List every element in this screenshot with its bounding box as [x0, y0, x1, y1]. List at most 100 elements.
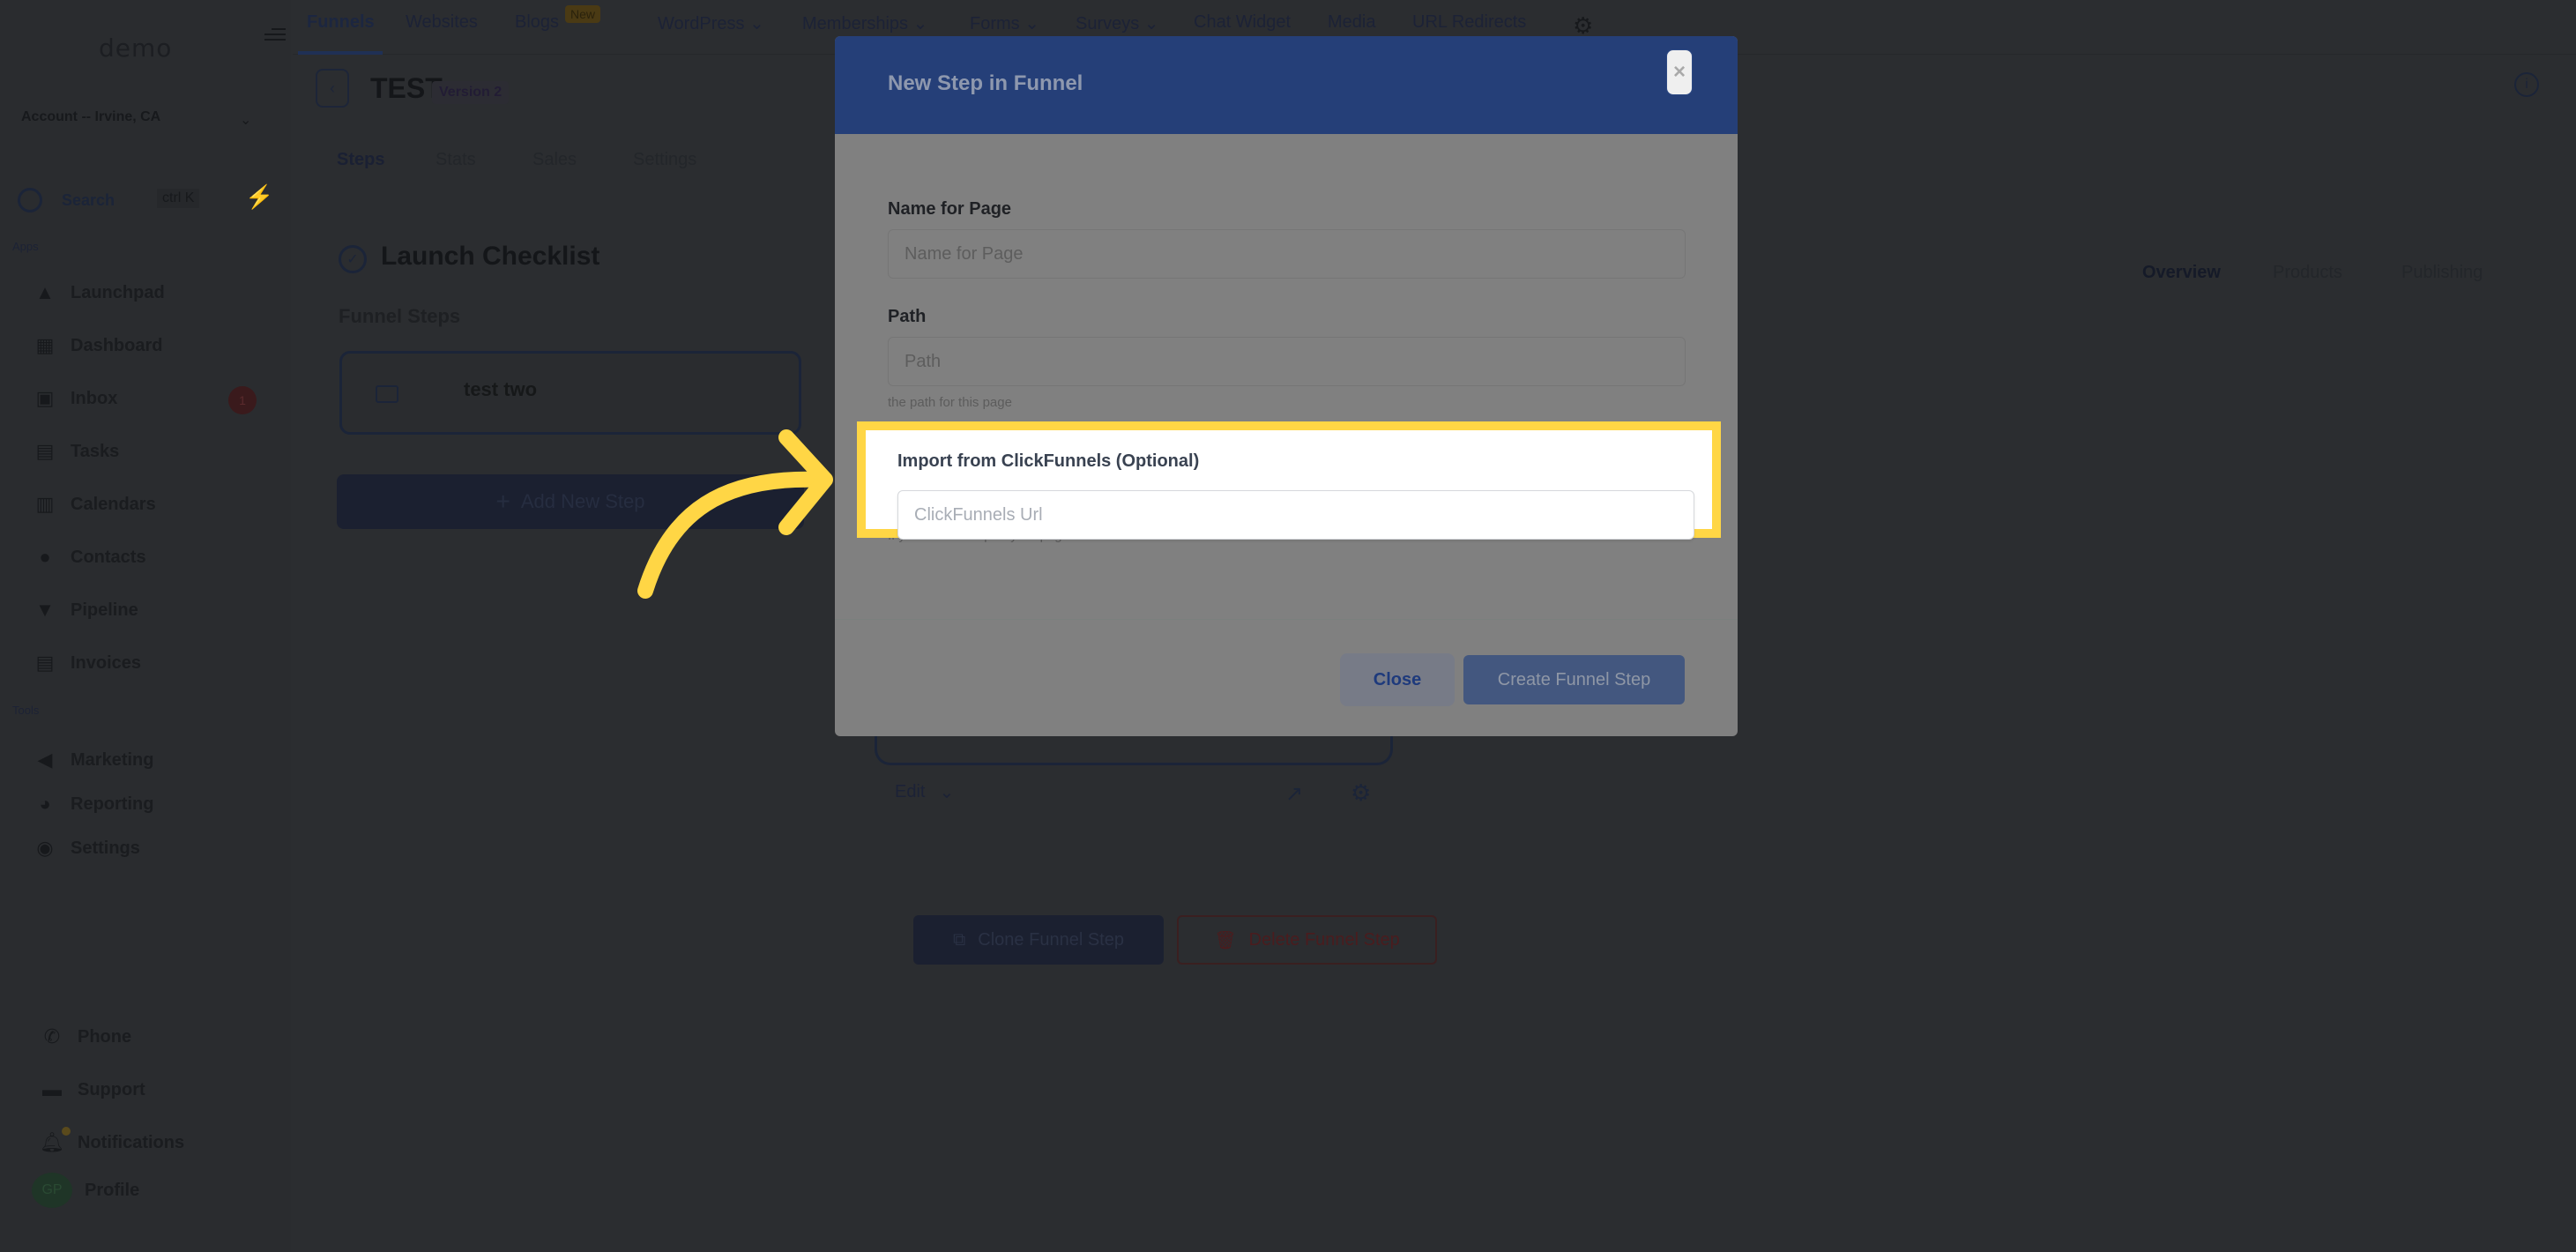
sidebar-item-reporting[interactable]: ◕ Reporting — [32, 790, 153, 818]
delete-funnel-step-button[interactable]: 🗑︎ Delete Funnel Step — [1177, 915, 1437, 965]
sidebar-item-inbox[interactable]: ▣ Inbox — [32, 384, 118, 413]
megaphone-icon: ◀ — [37, 749, 53, 771]
tab-memberships[interactable]: Memberships ⌄ — [802, 12, 927, 34]
sidebar-item-phone[interactable]: ✆ Phone — [39, 1023, 131, 1051]
modal-title: New Step in Funnel — [888, 71, 1083, 95]
sidebar-item-label: Settings — [71, 838, 140, 858]
tab-blogs[interactable]: Blogs — [515, 12, 559, 33]
tab-chat-widget[interactable]: Chat Widget — [1194, 12, 1291, 33]
sidebar-item-contacts[interactable]: ● Contacts — [32, 543, 146, 571]
sidebar-item-label: Invoices — [71, 652, 142, 673]
notification-dot — [62, 1127, 71, 1136]
account-switcher[interactable]: Account -- Irvine, CA — [21, 109, 160, 125]
logo: demo — [99, 34, 173, 63]
highlight-inner: Import from ClickFunnels (Optional) — [866, 430, 1712, 540]
modal-footer-divider — [835, 619, 1738, 620]
clone-funnel-step-button[interactable]: ⧉ Clone Funnel Step — [913, 915, 1164, 965]
search-shortcut: ctrl K — [157, 189, 200, 208]
modal-header: New Step in Funnel × — [835, 36, 1738, 134]
sidebar-item-label: Support — [78, 1079, 145, 1099]
subtab-stats[interactable]: Stats — [436, 150, 476, 170]
quick-actions-icon[interactable]: ⚡ — [245, 183, 273, 211]
subtab-settings[interactable]: Settings — [633, 150, 696, 170]
tab-label: Forms — [970, 14, 1020, 34]
chevron-down-icon: ⌄ — [939, 783, 955, 802]
sidebar-item-tasks[interactable]: ▤ Tasks — [32, 437, 120, 466]
sidebar-item-invoices[interactable]: ▤ Invoices — [32, 649, 141, 677]
pie-chart-icon: ◕ — [39, 793, 51, 815]
sidebar-item-label: Marketing — [71, 749, 154, 770]
funnel-step-name: test two — [464, 378, 538, 400]
tab-label: Memberships — [802, 14, 909, 34]
chevron-left-icon: ‹ — [330, 78, 335, 97]
phone-icon: ✆ — [43, 1025, 61, 1047]
version-badge[interactable]: Version 2 — [432, 81, 510, 104]
tab-wordpress[interactable]: WordPress ⌄ — [658, 12, 764, 34]
close-button[interactable]: Close — [1340, 653, 1455, 706]
tab-forms[interactable]: Forms ⌄ — [970, 12, 1039, 34]
page-name-input[interactable] — [888, 229, 1686, 279]
sidebar-item-label: Launchpad — [71, 282, 165, 302]
sidebar: demo Account -- Irvine, CA ⌄ Search ctrl… — [0, 0, 291, 1252]
launch-checklist-title[interactable]: Launch Checklist — [381, 242, 599, 272]
sidebar-item-label: Contacts — [71, 547, 146, 567]
apps-section-label: Apps — [12, 240, 39, 253]
plus-icon: + — [495, 488, 510, 515]
tools-section-label: Tools — [12, 704, 40, 717]
clickfunnels-url-input[interactable] — [897, 490, 1694, 540]
check-circle-icon: ✓ — [339, 245, 367, 273]
trash-icon: 🗑︎ — [1214, 930, 1237, 950]
path-help-text: the path for this page — [888, 395, 1012, 410]
tab-products[interactable]: Products — [2273, 263, 2342, 283]
new-step-modal: New Step in Funnel × Name for Page Path … — [835, 36, 1738, 736]
tab-publishing[interactable]: Publishing — [2401, 263, 2483, 283]
search-icon — [18, 188, 42, 212]
sidebar-item-support[interactable]: ▬ Support — [39, 1076, 145, 1104]
mail-icon — [376, 385, 398, 403]
sidebar-item-label: Reporting — [71, 794, 154, 814]
sidebar-item-notifications[interactable]: 🔔︎ Notifications — [39, 1129, 184, 1157]
subtab-steps[interactable]: Steps — [337, 150, 384, 170]
name-field-label: Name for Page — [888, 199, 1012, 219]
menu-toggle-icon[interactable] — [264, 25, 286, 44]
create-funnel-step-button[interactable]: Create Funnel Step — [1463, 655, 1685, 704]
tab-funnels[interactable]: Funnels — [307, 12, 375, 33]
sidebar-item-label: Pipeline — [71, 600, 138, 620]
step-settings-gear-icon[interactable]: ⚙ — [1351, 779, 1371, 807]
sidebar-item-marketing[interactable]: ◀ Marketing — [32, 746, 154, 774]
funnel-icon: ▼ — [35, 599, 55, 621]
tab-media[interactable]: Media — [1328, 12, 1375, 33]
user-icon: ● — [39, 546, 51, 568]
modal-close-button[interactable]: × — [1666, 49, 1693, 95]
sidebar-item-pipeline[interactable]: ▼ Pipeline — [32, 596, 138, 624]
info-icon[interactable]: i — [2514, 72, 2539, 97]
edit-dropdown[interactable]: Edit ⌄ — [895, 781, 954, 803]
sidebar-item-launchpad[interactable]: ▲ Launchpad — [32, 279, 165, 307]
sidebar-item-label: Inbox — [71, 388, 118, 408]
external-link-icon[interactable]: ↗ — [1285, 781, 1303, 807]
inbox-icon: ▣ — [35, 387, 55, 409]
path-field-label: Path — [888, 307, 927, 326]
tab-url-redirects[interactable]: URL Redirects — [1412, 12, 1526, 33]
search-button[interactable]: Search — [18, 187, 115, 213]
chat-icon: ▬ — [42, 1078, 62, 1100]
active-tab-indicator — [298, 51, 383, 55]
sidebar-item-settings[interactable]: ◉ Settings — [32, 834, 140, 862]
avatar: GP — [32, 1173, 72, 1208]
back-button[interactable]: ‹ — [316, 69, 349, 108]
tab-overview[interactable]: Overview — [2142, 263, 2221, 283]
sidebar-item-dashboard[interactable]: ▦ Dashboard — [32, 332, 163, 360]
subtab-sales[interactable]: Sales — [532, 150, 577, 170]
chevron-down-icon[interactable]: ⌄ — [240, 111, 251, 129]
sidebar-item-profile[interactable]: GP Profile — [32, 1173, 139, 1208]
highlight-box: Import from ClickFunnels (Optional) — [857, 421, 1721, 540]
tab-websites[interactable]: Websites — [406, 12, 478, 33]
clone-label: Clone Funnel Step — [978, 929, 1124, 950]
import-field-label: Import from ClickFunnels (Optional) — [897, 451, 1200, 471]
sidebar-item-label: Notifications — [78, 1132, 185, 1152]
path-input[interactable] — [888, 337, 1686, 386]
sidebar-item-calendars[interactable]: ▥ Calendars — [32, 490, 156, 518]
tab-surveys[interactable]: Surveys ⌄ — [1076, 12, 1159, 34]
search-label: Search — [62, 190, 115, 209]
edit-label: Edit — [895, 782, 926, 801]
